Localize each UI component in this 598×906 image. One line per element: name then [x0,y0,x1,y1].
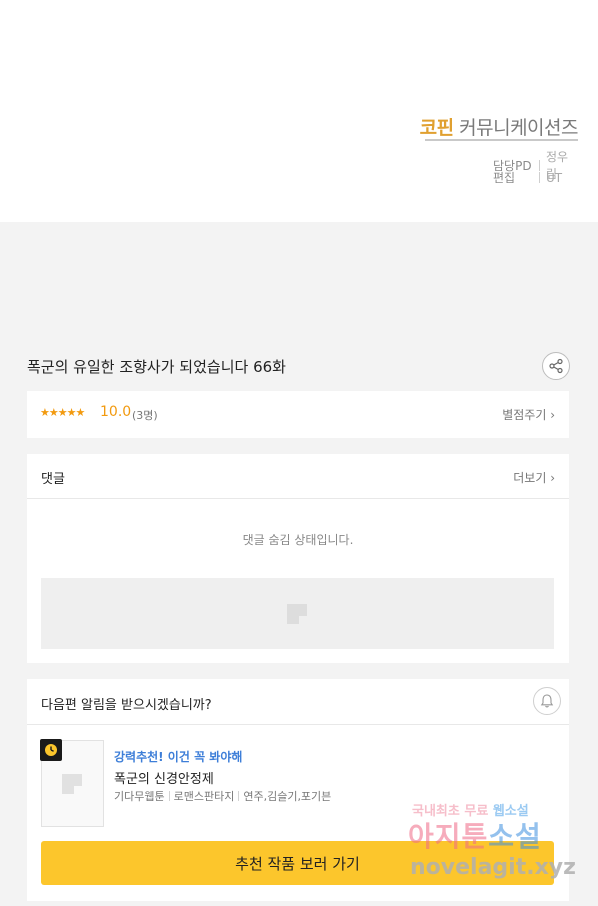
clock-icon [45,744,57,756]
comment-more-link[interactable]: 더보기 › [513,469,555,486]
meta-divider [168,791,170,801]
recommend-tag: 강력추천! 이건 꼭 봐야해 [114,750,243,764]
studio-name: 코핀 커뮤니케이션즈 [419,113,579,140]
notify-header: 다음편 알림을 받으시겠습니까? [27,679,569,725]
recommend-meta: 기다무웹툰 로맨스판타지 연주,김슬기,포기븐 [114,788,331,804]
image-placeholder-icon [287,604,307,624]
notify-card: 다음편 알림을 받으시겠습니까? 강력추천! 이건 꼭 봐야해 폭군의 신경안정… [27,679,569,901]
credit-edit: 편집 UT [493,169,578,186]
rating-stars: ★★★★★ [40,406,85,419]
image-placeholder-icon [62,774,82,794]
episode-title: 폭군의 유일한 조향사가 되었습니다 66화 [27,358,286,376]
share-button[interactable] [542,352,570,380]
comment-title: 댓글 [41,472,65,487]
notify-bell-button[interactable] [533,687,561,715]
comment-hidden-message: 댓글 숨김 상태입니다. [242,533,354,547]
episode-credits: 코핀 커뮤니케이션즈 담당PD 정우림 편집 UT [0,0,598,222]
comment-card: 댓글 더보기 › 댓글 숨김 상태입니다. [27,454,569,663]
bell-icon [540,694,554,708]
wait-free-badge [40,739,62,761]
studio-brand: 코핀 [419,117,454,139]
recommend-genre: 기다무웹툰 [114,790,165,803]
recommend-cta-button[interactable]: 추천 작품 보러 가기 [41,841,554,885]
rating-count: (3명) [132,409,158,422]
recommend-authors: 연주,김슬기,포기븐 [243,790,332,803]
recommend-title[interactable]: 폭군의 신경안정제 [114,768,214,787]
studio-underline [425,139,578,141]
credit-divider [539,172,540,183]
notify-question: 다음편 알림을 받으시겠습니까? [41,698,212,713]
comment-header: 댓글 더보기 › [27,454,569,499]
studio-rest: 커뮤니케이션즈 [459,117,578,139]
recommend-category: 로맨스판타지 [173,790,235,803]
rating-card: ★★★★★ 10.0 (3명) 별점주기 › [27,391,569,438]
edit-role: 편집 [493,171,516,185]
ad-banner[interactable] [41,578,554,649]
meta-divider [238,791,240,801]
edit-name: UT [546,170,563,185]
rate-button[interactable]: 별점주기 › [502,406,555,423]
share-icon [549,358,563,374]
rating-score: 10.0 [100,404,132,420]
